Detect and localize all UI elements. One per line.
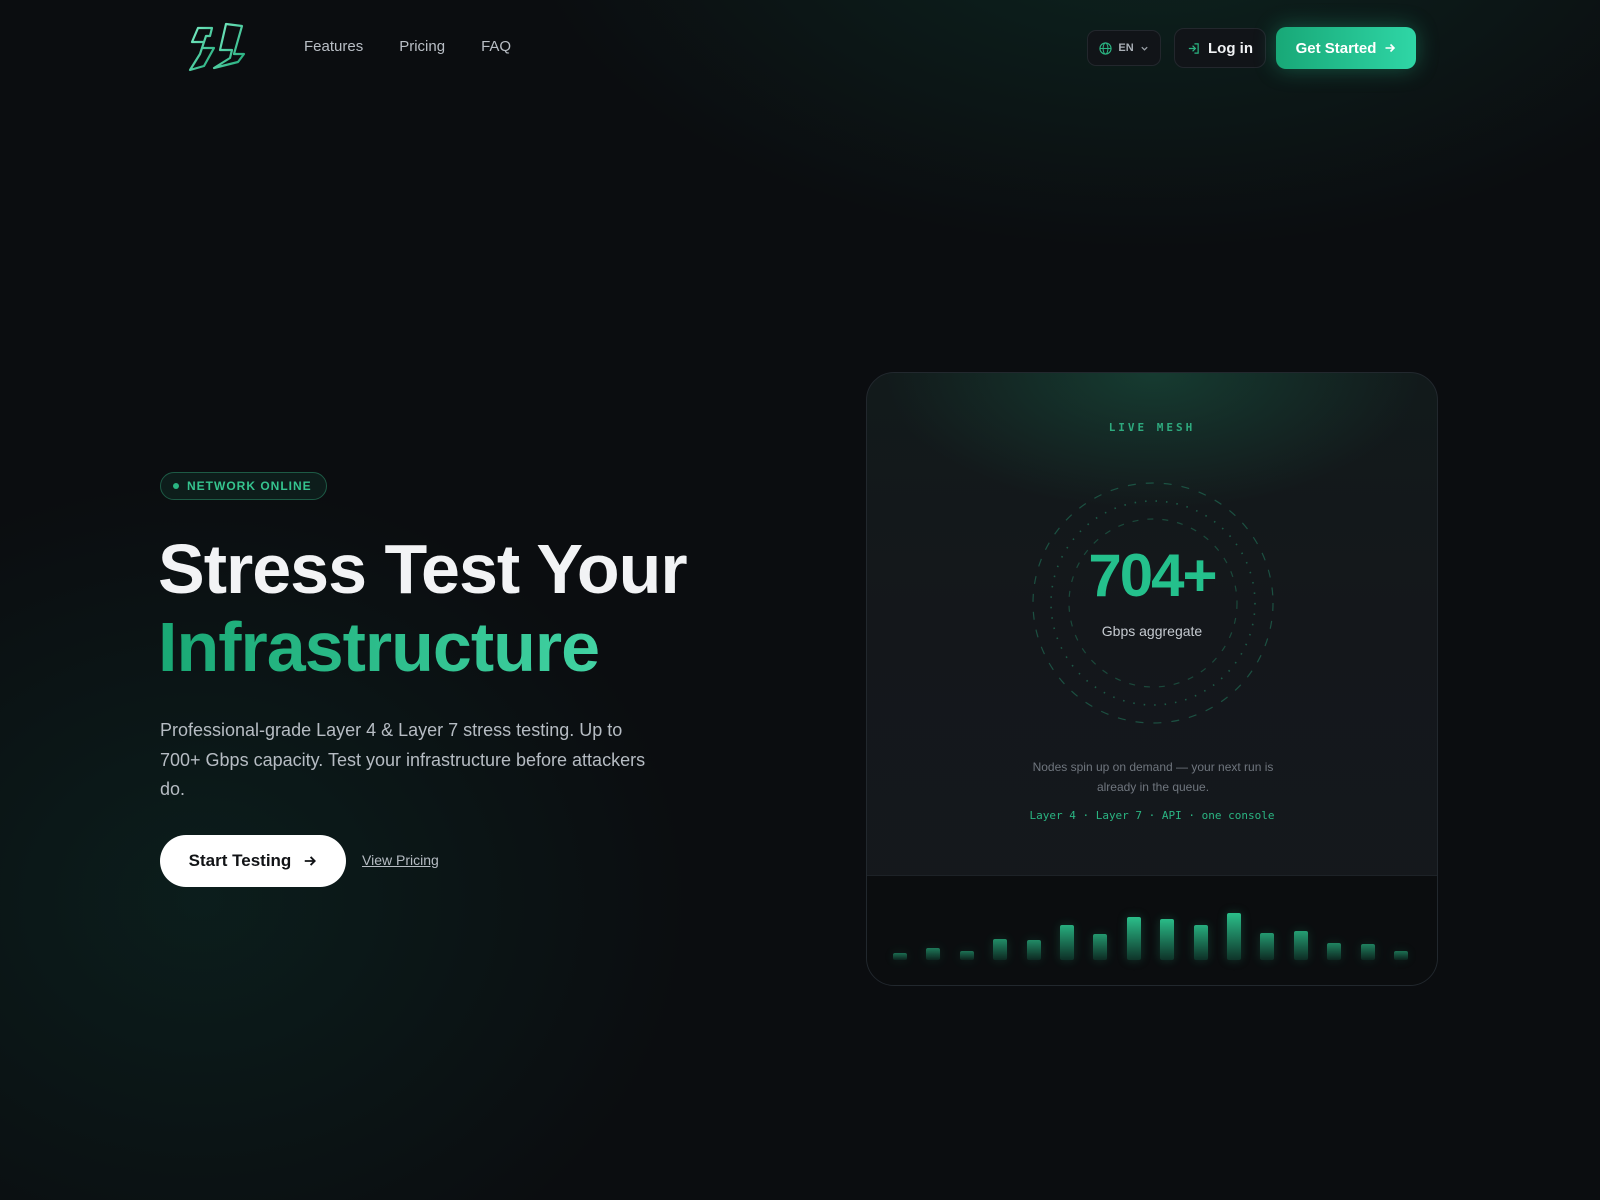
status-dot: [173, 483, 179, 489]
activity-bar: [1260, 933, 1275, 960]
activity-bar: [1293, 931, 1308, 960]
capacity-label: Gbps aggregate: [1101, 623, 1203, 639]
activity-bar: [1327, 943, 1342, 960]
activity-bars-panel: [867, 875, 1437, 985]
nav-link-features[interactable]: Features: [304, 38, 363, 55]
capacity-value: 704+: [1088, 542, 1217, 609]
activity-bar: [1193, 925, 1208, 960]
status-badge-label: NETWORK ONLINE: [187, 479, 312, 493]
activity-bar: [926, 948, 941, 960]
activity-bar: [959, 951, 974, 960]
login-button[interactable]: Log in: [1174, 28, 1266, 68]
card-tagline: Layer 4 · Layer 7 · API · one console: [1029, 809, 1275, 822]
get-started-button[interactable]: Get Started: [1276, 27, 1416, 69]
nav-link-faq[interactable]: FAQ: [481, 38, 511, 55]
activity-bar: [1160, 919, 1175, 960]
arrow-right-icon: [1385, 43, 1396, 53]
view-pricing-link[interactable]: View Pricing: [362, 852, 439, 868]
card-description: Nodes spin up on demand — your next run …: [1032, 760, 1274, 794]
live-mesh-card: LIVE MESH 704+ Gbps aggregate Nodes spin…: [866, 372, 1438, 986]
logo[interactable]: [186, 22, 248, 74]
activity-bar: [1360, 944, 1375, 960]
activity-bar: [1227, 913, 1241, 960]
hero-headline: Stress Test Your Infrastructure: [158, 530, 688, 686]
activity-bar: [1093, 934, 1108, 960]
language-label: EN: [1118, 42, 1134, 54]
activity-bar: [1060, 925, 1074, 960]
nav-links: Features Pricing FAQ: [304, 38, 511, 55]
activity-bar: [1394, 951, 1408, 960]
activity-bar: [893, 953, 907, 960]
start-testing-label: Start Testing: [188, 851, 292, 870]
arrow-right-icon: [305, 856, 317, 866]
activity-bar: [1126, 917, 1141, 960]
get-started-label: Get Started: [1295, 39, 1377, 57]
globe-icon: [1099, 41, 1112, 55]
hero-subtext: Professional-grade Layer 4 & Layer 7 str…: [160, 720, 646, 799]
language-selector[interactable]: EN: [1087, 30, 1161, 66]
hero-headline-line2: Infrastructure: [158, 608, 687, 686]
login-icon: [1188, 42, 1199, 54]
hero-headline-line1: Stress Test Your: [158, 530, 688, 608]
card-title: LIVE MESH: [1108, 421, 1196, 434]
chevron-down-icon: [1140, 46, 1148, 51]
activity-bar: [993, 939, 1008, 960]
top-nav: Features Pricing FAQ EN Log in Get Start…: [0, 0, 1600, 96]
status-badge: NETWORK ONLINE: [160, 472, 327, 500]
start-testing-button[interactable]: Start Testing: [160, 835, 346, 887]
activity-bar: [1026, 940, 1041, 960]
activity-bars: [893, 876, 1413, 960]
nav-link-pricing[interactable]: Pricing: [399, 38, 445, 55]
login-label: Log in: [1208, 39, 1253, 57]
